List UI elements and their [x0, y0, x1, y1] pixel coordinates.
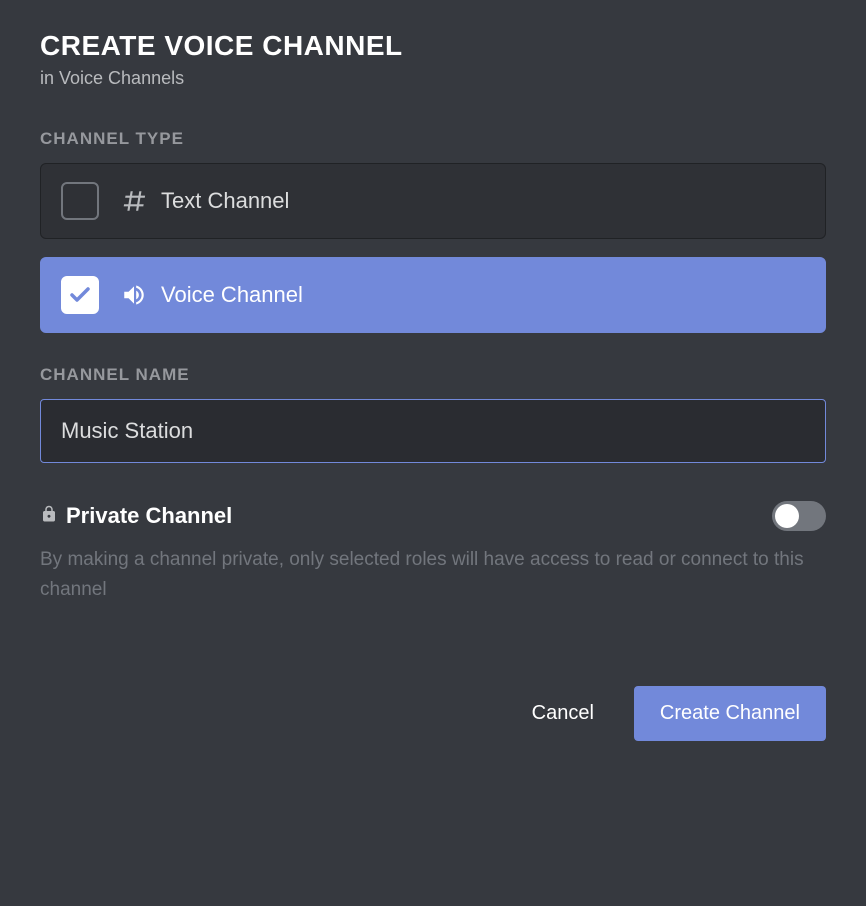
modal-footer: Cancel Create Channel: [40, 686, 826, 741]
private-channel-toggle[interactable]: [772, 501, 826, 531]
channel-name-label: CHANNEL NAME: [40, 365, 826, 385]
hash-icon: [121, 188, 147, 214]
create-channel-button[interactable]: Create Channel: [634, 686, 826, 741]
private-channel-description: By making a channel private, only select…: [40, 545, 826, 606]
private-channel-label: Private Channel: [66, 503, 232, 529]
cancel-button[interactable]: Cancel: [522, 688, 604, 739]
modal-title: CREATE VOICE CHANNEL: [40, 30, 826, 62]
create-channel-modal: CREATE VOICE CHANNEL in Voice Channels C…: [40, 30, 826, 741]
lock-icon: [40, 505, 58, 528]
text-channel-option[interactable]: Text Channel: [40, 163, 826, 239]
text-channel-checkbox[interactable]: [61, 182, 99, 220]
voice-channel-checkbox[interactable]: [61, 276, 99, 314]
private-label-group: Private Channel: [40, 503, 232, 529]
voice-channel-label: Voice Channel: [161, 282, 303, 308]
voice-channel-option[interactable]: Voice Channel: [40, 257, 826, 333]
text-channel-label: Text Channel: [161, 188, 289, 214]
modal-subtitle: in Voice Channels: [40, 68, 826, 89]
channel-name-section: CHANNEL NAME: [40, 365, 826, 501]
channel-type-label: CHANNEL TYPE: [40, 129, 826, 149]
channel-type-section: CHANNEL TYPE Text Channel Voice Cha: [40, 129, 826, 333]
channel-name-input[interactable]: [40, 399, 826, 463]
toggle-knob: [775, 504, 799, 528]
speaker-icon: [121, 282, 147, 308]
private-channel-row: Private Channel: [40, 501, 826, 531]
